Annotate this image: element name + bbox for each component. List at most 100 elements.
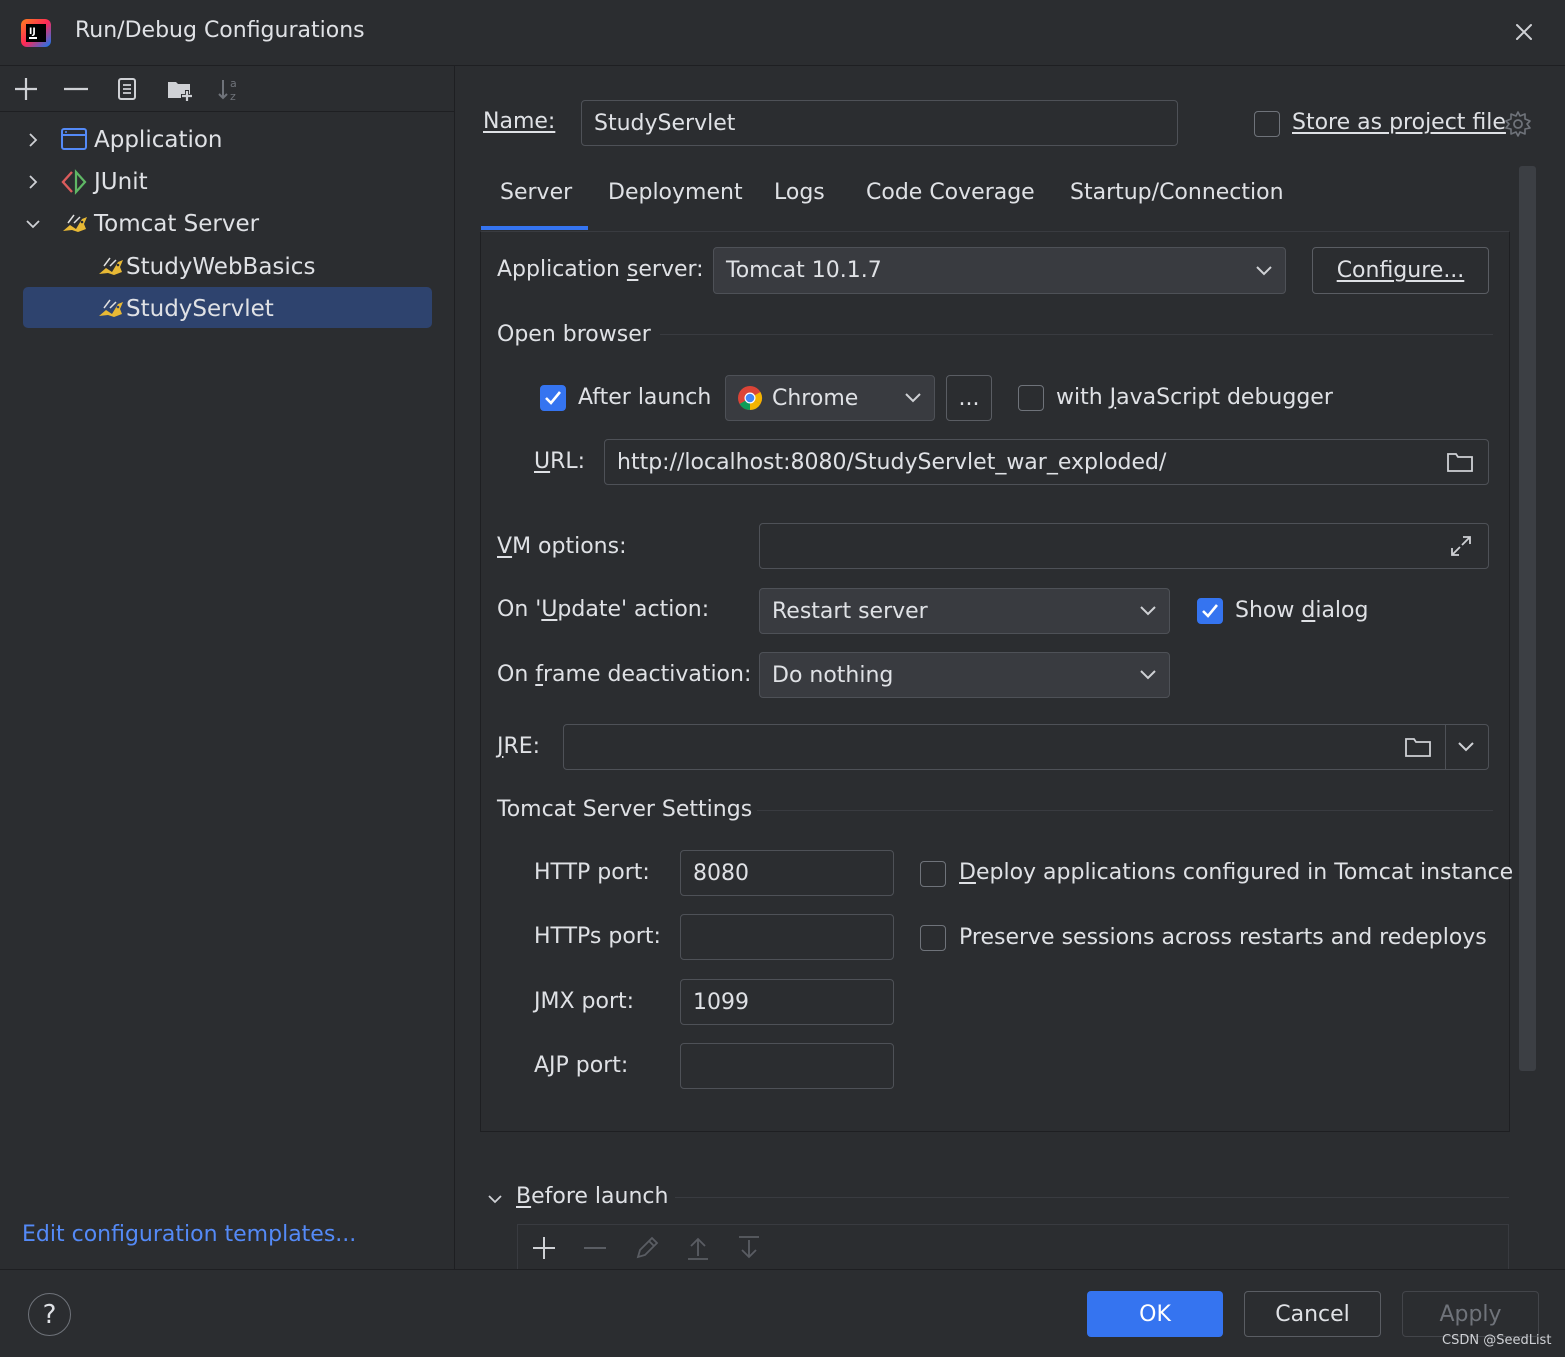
preserve-sessions-label: Preserve sessions across restarts and re… [959, 925, 1487, 950]
browser-value: Chrome [772, 385, 859, 411]
folder-icon[interactable] [1446, 450, 1474, 474]
chevron-down-icon[interactable] [1457, 741, 1475, 753]
name-input[interactable]: StudyServlet [581, 100, 1178, 146]
tree-item-junit[interactable]: JUnit [22, 162, 148, 202]
store-as-project-file-checkbox[interactable] [1254, 111, 1280, 137]
deploy-applications-checkbox[interactable] [920, 861, 946, 887]
tree-item-studyservlet[interactable]: StudyServlet [96, 289, 274, 329]
after-launch-checkbox[interactable] [540, 385, 566, 411]
before-launch-toolbar [517, 1224, 1509, 1270]
folder-icon[interactable] [1404, 735, 1432, 759]
ajp-port-input[interactable] [680, 1043, 894, 1089]
store-as-project-file-label: Store as project file [1292, 110, 1506, 135]
chevron-right-icon[interactable] [22, 171, 44, 193]
on-update-select[interactable]: Restart server [759, 588, 1170, 634]
application-server-value: Tomcat 10.1.7 [726, 258, 882, 283]
tab-startup-connection[interactable]: Startup/Connection [1070, 180, 1284, 205]
tree-item-label: StudyWebBasics [126, 254, 316, 280]
active-tab-indicator [481, 226, 588, 230]
name-input-value: StudyServlet [594, 110, 736, 136]
jre-input[interactable] [563, 724, 1489, 770]
checkmark-icon [1202, 604, 1219, 618]
vm-options-input[interactable] [759, 523, 1489, 569]
configure-button-label: Configure... [1336, 258, 1465, 283]
application-server-select[interactable]: Tomcat 10.1.7 [713, 247, 1286, 294]
tab-server[interactable]: Server [500, 180, 572, 205]
application-server-label: Application server: [497, 257, 704, 282]
jre-divider [1445, 725, 1446, 769]
sort-icon[interactable]: a z [215, 74, 245, 104]
show-dialog-label: Show dialog [1235, 598, 1369, 623]
browser-settings-button[interactable]: ... [946, 375, 992, 421]
open-browser-separator [660, 334, 1493, 335]
after-launch-label: After launch [578, 385, 712, 410]
remove-icon[interactable] [581, 1234, 609, 1262]
tree-item-label: Application [94, 127, 223, 153]
vm-options-label: VM options: [497, 534, 627, 559]
edit-configuration-templates-link[interactable]: Edit configuration templates... [22, 1222, 356, 1247]
close-icon[interactable] [1510, 18, 1538, 46]
tree-item-label: JUnit [94, 169, 148, 195]
vertical-scrollbar[interactable] [1519, 166, 1536, 1071]
browser-select[interactable]: Chrome [725, 375, 935, 421]
tab-logs[interactable]: Logs [774, 180, 825, 205]
http-port-label: HTTP port: [534, 860, 650, 885]
window-title: Run/Debug Configurations [75, 18, 365, 43]
on-frame-deactivation-label: On frame deactivation: [497, 662, 752, 687]
http-port-input[interactable]: 8080 [680, 850, 894, 896]
gear-icon[interactable] [1503, 109, 1533, 139]
expand-icon[interactable] [1448, 533, 1474, 559]
before-launch-separator [675, 1197, 1509, 1198]
deploy-applications-label: Deploy applications configured in Tomcat… [959, 860, 1514, 885]
show-dialog-checkbox[interactable] [1197, 598, 1223, 624]
tab-deployment[interactable]: Deployment [608, 180, 743, 205]
chevron-down-icon[interactable] [484, 1188, 506, 1210]
tomcat-icon [99, 299, 123, 317]
application-icon [61, 128, 87, 150]
on-frame-deactivation-select[interactable]: Do nothing [759, 652, 1170, 698]
url-input[interactable]: http://localhost:8080/StudyServlet_war_e… [604, 439, 1489, 485]
jmx-port-value: 1099 [693, 989, 749, 1015]
add-icon[interactable] [11, 74, 41, 104]
junit-icon [61, 169, 87, 195]
add-icon[interactable] [530, 1234, 558, 1262]
chevron-down-icon [1256, 265, 1272, 275]
svg-text:IJ: IJ [29, 27, 36, 37]
javascript-debugger-checkbox[interactable] [1018, 385, 1044, 411]
jmx-port-input[interactable]: 1099 [680, 979, 894, 1025]
ajp-port-label: AJP port: [534, 1053, 629, 1078]
url-input-value: http://localhost:8080/StudyServlet_war_e… [617, 449, 1167, 475]
http-port-value: 8080 [693, 860, 749, 886]
move-down-icon[interactable] [735, 1234, 763, 1262]
move-up-icon[interactable] [684, 1234, 712, 1262]
ellipsis-label: ... [958, 385, 980, 411]
edit-icon[interactable] [633, 1234, 661, 1262]
help-button[interactable]: ? [28, 1293, 71, 1336]
preserve-sessions-checkbox[interactable] [920, 925, 946, 951]
copy-icon[interactable] [113, 74, 143, 104]
chevron-right-icon[interactable] [22, 129, 44, 151]
chevron-down-icon [1140, 670, 1156, 680]
apply-button[interactable]: Apply [1402, 1291, 1539, 1337]
tomcat-settings-title: Tomcat Server Settings [497, 797, 753, 822]
before-launch-title: Before launch [516, 1184, 669, 1209]
svg-text:a: a [230, 77, 237, 90]
svg-text:z: z [230, 90, 236, 103]
tomcat-settings-separator [757, 810, 1493, 811]
ok-button[interactable]: OK [1087, 1291, 1223, 1337]
https-port-input[interactable] [680, 914, 894, 960]
configure-button[interactable]: Configure... [1312, 247, 1489, 294]
chevron-down-icon[interactable] [22, 213, 44, 235]
on-update-label: On 'Update' action: [497, 597, 710, 622]
chevron-down-icon [905, 393, 921, 403]
tree-item-tomcat-server[interactable]: Tomcat Server [22, 204, 259, 244]
tree-item-application[interactable]: Application [22, 120, 223, 160]
https-port-label: HTTPs port: [534, 924, 661, 949]
tab-code-coverage[interactable]: Code Coverage [866, 180, 1035, 205]
remove-icon[interactable] [61, 74, 91, 104]
cancel-button[interactable]: Cancel [1244, 1291, 1381, 1337]
tree-item-studywebbasics[interactable]: StudyWebBasics [96, 247, 315, 287]
open-browser-title: Open browser [497, 322, 651, 347]
new-folder-icon[interactable] [165, 74, 195, 104]
tree-item-label: Tomcat Server [94, 211, 260, 237]
